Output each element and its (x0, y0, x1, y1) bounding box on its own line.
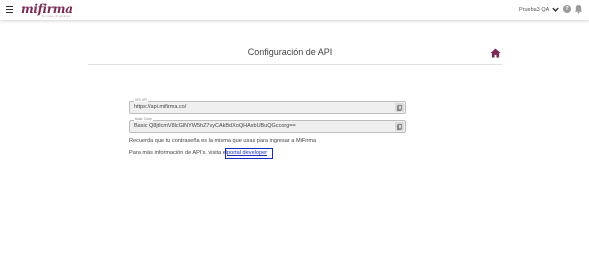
basic-token-field[interactable]: Basic Token Basic Q8jtIcmV8lcGlNYW5hZ7vy… (129, 117, 406, 133)
basic-token-label: Basic Token (134, 117, 154, 121)
copy-url-button[interactable] (395, 103, 404, 112)
copy-icon (397, 104, 402, 111)
info-note: Para más información de API's, visita el (129, 150, 228, 156)
home-icon[interactable] (490, 48, 501, 58)
portal-developer-link[interactable]: portal developer (225, 148, 273, 159)
api-url-field[interactable]: URL API https://api.mifirma.co/ (129, 98, 406, 114)
menu-icon[interactable] (6, 6, 13, 14)
page-title: Configuración de API (247, 47, 333, 57)
copy-icon (397, 123, 402, 130)
user-name[interactable]: Prueba3 QA (519, 7, 549, 13)
help-icon[interactable]: ? (563, 5, 571, 13)
basic-token-value[interactable]: Basic Q8jtIcmV8lcGlNYW5hZ7vyCAkBdXoQHAxb… (134, 123, 296, 129)
copy-token-button[interactable] (395, 122, 404, 131)
api-url-label: URL API (134, 98, 149, 102)
chevron-down-icon[interactable] (551, 5, 560, 14)
api-url-value[interactable]: https://api.mifirma.co/ (134, 104, 186, 110)
divider (88, 64, 502, 65)
password-note: Recuerda que tu contraseña es la misma q… (129, 138, 317, 144)
logo-subtext: Firmas digitales (42, 14, 72, 18)
bell-icon[interactable] (574, 4, 583, 14)
top-bar: mifirma Firmas digitales Prueba3 QA ? (0, 0, 589, 20)
